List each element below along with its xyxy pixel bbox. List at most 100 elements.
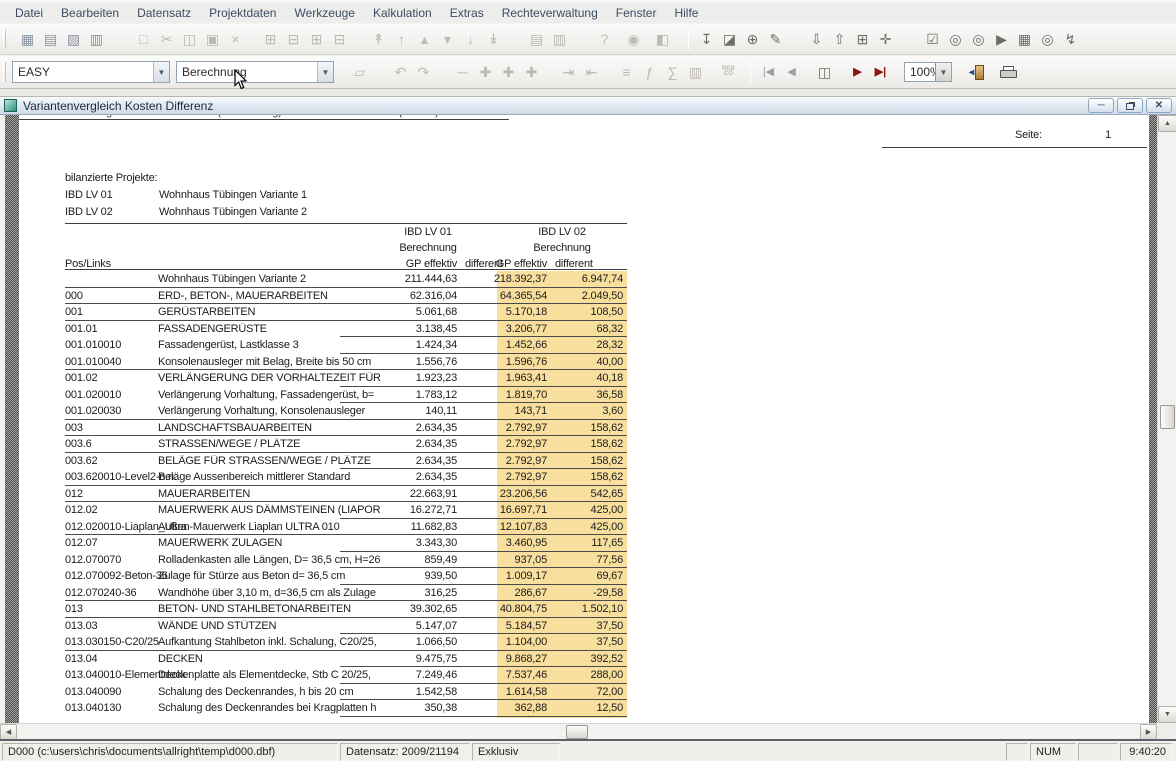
menu-item-hilfe[interactable]: Hilfe (665, 4, 707, 22)
menu-item-kalkulation[interactable]: Kalkulation (364, 4, 441, 22)
table-row: 012.070070Rolladenkasten alle Längen, D=… (19, 552, 1149, 569)
vertical-scrollbar[interactable]: ▲ ▼ (1157, 115, 1176, 723)
move-up-icon[interactable]: ↑ (390, 28, 413, 50)
search-doc2-icon[interactable]: ◎ (967, 28, 990, 50)
toolbar-grip[interactable] (3, 29, 6, 49)
step-up-icon[interactable]: ▴ (413, 28, 436, 50)
delete-icon[interactable]: × (224, 28, 247, 50)
scroll-left-icon[interactable]: ◀ (0, 724, 17, 740)
minimize-button[interactable]: ─ (1088, 98, 1114, 113)
image-icon[interactable]: ▨ (62, 28, 85, 50)
cut-icon[interactable]: ✂ (155, 28, 178, 50)
close-button[interactable]: ✕ (1146, 98, 1172, 113)
hierarchy-demote-icon[interactable]: ⊟ (328, 28, 351, 50)
row-gp-effektiv-lv01: 1.542,58 (367, 686, 457, 698)
catalog-icon[interactable]: ▥ (85, 28, 108, 50)
toolbar-grip-2[interactable] (3, 62, 6, 82)
chevron-down-icon[interactable]: ▼ (153, 62, 169, 82)
row-gp-effektiv-lv01: 3.343,30 (367, 537, 457, 549)
split-window-icon[interactable]: ◧ (651, 28, 674, 50)
menu-item-projektdaten[interactable]: Projektdaten (200, 4, 285, 22)
play-end-icon[interactable]: ▶| (869, 61, 892, 83)
vertical-scrollbar-thumb[interactable] (1160, 405, 1175, 429)
search-doc-icon[interactable]: ◎ (944, 28, 967, 50)
hierarchy-list-icon[interactable]: ⊟ (282, 28, 305, 50)
move-top-icon[interactable]: ↟ (367, 28, 390, 50)
copy-icon[interactable]: ◫ (178, 28, 201, 50)
search-doc3-icon[interactable]: ◎ (1036, 28, 1059, 50)
reb-export-icon[interactable]: REBCO (717, 61, 740, 83)
search-globe-icon[interactable]: ◉ (622, 28, 645, 50)
pushpin-icon[interactable]: ✛ (874, 28, 897, 50)
restore-button[interactable] (1117, 98, 1143, 113)
print-icon[interactable]: ▥ (548, 28, 571, 50)
view-select[interactable]: EASY ▼ (12, 61, 170, 83)
row-different-lv02: 158,62 (533, 471, 623, 483)
insert-above-icon[interactable]: ✚ (474, 61, 497, 83)
scroll-right-icon[interactable]: ▶ (1140, 724, 1157, 740)
doc-edit-icon[interactable]: ✎ (764, 28, 787, 50)
paste-icon[interactable]: ▣ (201, 28, 224, 50)
doc-next-icon[interactable]: ▶ (990, 28, 1013, 50)
table-row: 001.010010Fassadengerüst, Lastklasse 31.… (19, 337, 1149, 354)
formula-icon[interactable]: ƒ (638, 61, 661, 83)
remove-row-icon[interactable]: ─ (451, 61, 474, 83)
move-bottom-icon[interactable]: ↡ (482, 28, 505, 50)
doc-flash-icon[interactable]: ↯ (1059, 28, 1082, 50)
sum-icon[interactable]: ∑ (661, 61, 684, 83)
promote-icon[interactable]: ⇤ (580, 61, 603, 83)
nav-prev-icon[interactable]: ◀ (780, 61, 803, 83)
printer-icon[interactable] (997, 61, 1020, 83)
doc-check-icon[interactable]: ☑ (921, 28, 944, 50)
copy-pages-icon[interactable]: ◫ (813, 61, 836, 83)
chart-icon[interactable]: ▥ (684, 61, 707, 83)
grid-window-icon[interactable]: ⊞ (851, 28, 874, 50)
chevron-down-icon[interactable]: ▼ (317, 62, 333, 82)
hierarchy-promote-icon[interactable]: ⊞ (305, 28, 328, 50)
play-icon[interactable]: ▶ (846, 61, 869, 83)
help-icon[interactable]: ? (593, 28, 616, 50)
menu-item-rechteverwaltung[interactable]: Rechteverwaltung (493, 4, 607, 22)
move-down-icon[interactable]: ↓ (459, 28, 482, 50)
step-down-icon[interactable]: ▾ (436, 28, 459, 50)
menu-item-bearbeiten[interactable]: Bearbeiten (52, 4, 128, 22)
menu-item-datensatz[interactable]: Datensatz (128, 4, 200, 22)
report-select[interactable]: Berechnung ▼ (176, 61, 334, 83)
row-gp-effektiv-lv01: 5.147,07 (367, 620, 457, 632)
hierarchy-insert-icon[interactable]: ⊞ (259, 28, 282, 50)
undo-icon[interactable]: ↶ (389, 61, 412, 83)
menu-item-extras[interactable]: Extras (441, 4, 493, 22)
zoom-select[interactable]: 100% ▼ (904, 62, 952, 82)
scroll-down-icon[interactable]: ▼ (1158, 706, 1176, 723)
doc-add-icon[interactable]: ⊕ (741, 28, 764, 50)
horizontal-scrollbar-thumb[interactable] (566, 725, 588, 739)
demote-icon[interactable]: ⇥ (557, 61, 580, 83)
report-picture-icon[interactable]: ▦ (16, 28, 39, 50)
horizontal-scrollbar[interactable]: ◀ ▶ (0, 723, 1157, 739)
assign-down-icon[interactable]: ⇩ (805, 28, 828, 50)
copy-doc-icon[interactable]: ◪ (718, 28, 741, 50)
menu-item-fenster[interactable]: Fenster (607, 4, 666, 22)
assign-up-icon[interactable]: ⇧ (828, 28, 851, 50)
menu-item-werkzeuge[interactable]: Werkzeuge (285, 4, 363, 22)
row-pos: 000 (65, 290, 83, 302)
nav-first-icon[interactable]: |◀ (757, 61, 780, 83)
menu-item-datei[interactable]: Datei (6, 4, 52, 22)
chevron-down-icon[interactable]: ▼ (935, 63, 951, 81)
redo-icon[interactable]: ↷ (412, 61, 435, 83)
document-titlebar[interactable]: Variantenvergleich Kosten Differenz ─ ✕ (0, 97, 1176, 115)
report-edit-icon[interactable]: ▤ (39, 28, 62, 50)
insert-special-icon[interactable]: ✚ (520, 61, 543, 83)
import-doc-icon[interactable]: ↧ (695, 28, 718, 50)
row-pos: 012.070092-Beton-36 (65, 570, 168, 582)
new-document-icon[interactable]: □ (132, 28, 155, 50)
close-preview-icon[interactable]: ◂ (966, 61, 989, 83)
list-icon[interactable]: ≡ (615, 61, 638, 83)
preview-window-icon[interactable]: ▤ (525, 28, 548, 50)
table-doc-icon[interactable]: ▦ (1013, 28, 1036, 50)
open-report-icon[interactable]: ▱ (348, 61, 371, 83)
row-different-lv02: 3,60 (533, 405, 623, 417)
table-row: 001.020010Verlängerung Vorhaltung, Fassa… (19, 387, 1149, 404)
insert-icon[interactable]: ✚ (497, 61, 520, 83)
scroll-up-icon[interactable]: ▲ (1158, 115, 1176, 132)
